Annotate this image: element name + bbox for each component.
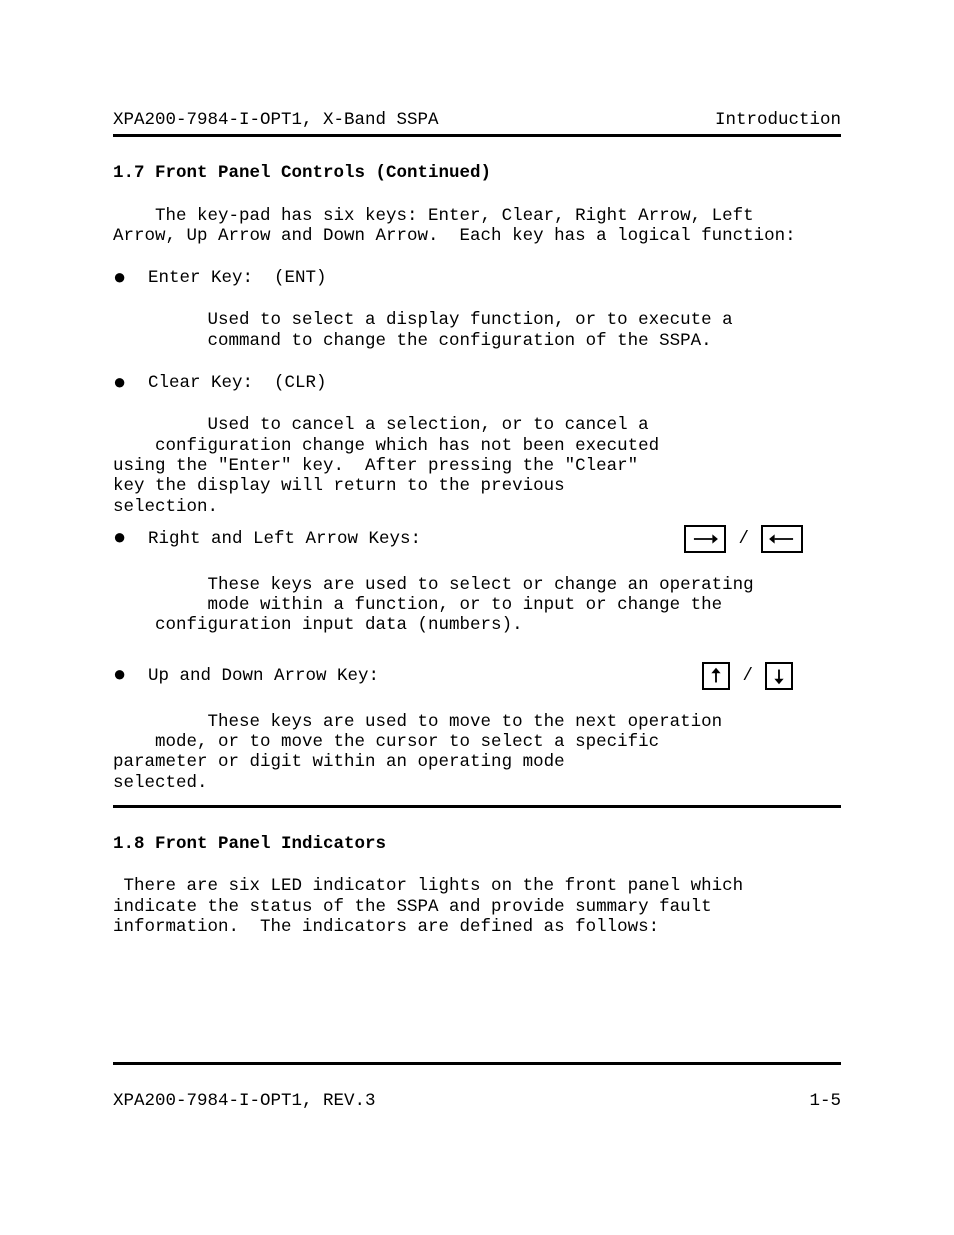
bullet-dot-icon: ● [113, 670, 127, 681]
bullet-lr-arrow-row: ● Right and Left Arrow Keys: / [113, 525, 841, 553]
bullet-ud-arrow-row: ● Up and Down Arrow Key: / [113, 662, 841, 690]
section-1-7-heading: 1.7 Front Panel Controls (Continued) [113, 163, 841, 183]
up-arrow-key-icon [702, 662, 730, 690]
page-header: XPA200-7984-I-OPT1, X-Band SSPA Introduc… [113, 110, 841, 130]
bullet-dot-icon: ● [113, 273, 127, 284]
bullet-enter-desc: Used to select a display function, or to… [113, 310, 841, 351]
slash-separator: / [738, 529, 749, 549]
header-section: Introduction [715, 110, 841, 130]
slash-separator: / [742, 666, 753, 686]
footer-doc-rev: XPA200-7984-I-OPT1, REV.3 [113, 1091, 376, 1111]
bullet-ud-arrow-label: Up and Down Arrow Key: [127, 666, 379, 686]
section-1-8-heading: 1.8 Front Panel Indicators [113, 834, 841, 854]
down-arrow-key-icon [765, 662, 793, 690]
bullet-lr-arrow-label: Right and Left Arrow Keys: [127, 529, 421, 549]
intro-paragraph: The key-pad has six keys: Enter, Clear, … [113, 206, 841, 247]
header-rule [113, 134, 841, 137]
left-arrow-key-icon [761, 525, 803, 553]
bullet-clear-key: ● Clear Key: (CLR) [113, 373, 841, 393]
bullet-dot-icon: ● [113, 533, 127, 544]
page-footer: XPA200-7984-I-OPT1, REV.3 1-5 [113, 1050, 841, 1115]
bullet-dot-icon: ● [113, 378, 127, 389]
header-doc-id: XPA200-7984-I-OPT1, X-Band SSPA [113, 110, 439, 130]
section-1-8-paragraph: There are six LED indicator lights on th… [113, 876, 841, 937]
bullet-enter-key: ● Enter Key: (ENT) [113, 268, 841, 288]
bullet-clear-desc: Used to cancel a selection, or to cancel… [113, 415, 841, 516]
section-divider [113, 805, 841, 808]
bullet-clear-label: Clear Key: (CLR) [127, 373, 327, 393]
bullet-enter-label: Enter Key: (ENT) [127, 268, 327, 288]
footer-page-number: 1-5 [809, 1091, 841, 1111]
right-arrow-key-icon [684, 525, 726, 553]
footer-rule [113, 1062, 841, 1065]
bullet-ud-arrow-desc: These keys are used to move to the next … [113, 712, 841, 793]
bullet-lr-arrow-desc: These keys are used to select or change … [113, 575, 841, 636]
